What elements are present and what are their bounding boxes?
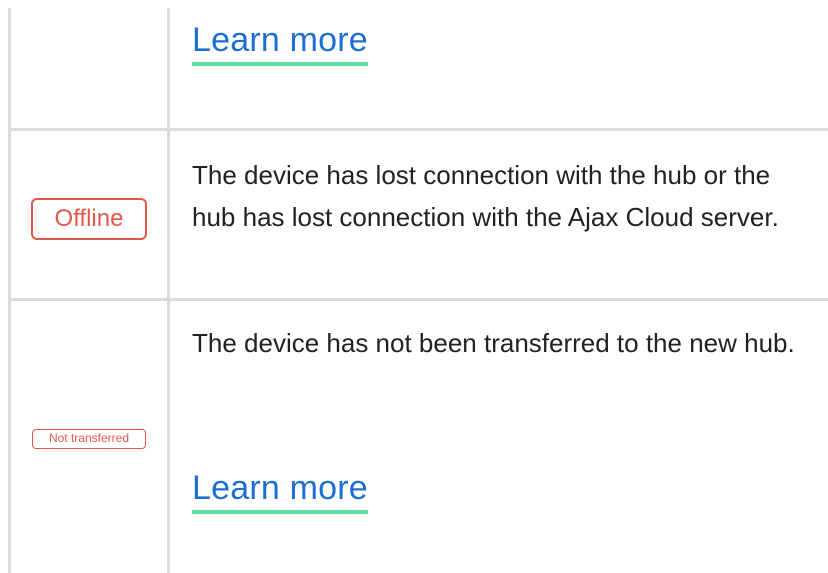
table-row-divider — [8, 128, 828, 131]
table-row-divider — [8, 298, 828, 301]
status-description-not-transferred: The device has not been transferred to t… — [192, 328, 795, 358]
status-badge-offline: Offline — [31, 198, 147, 240]
table-column-divider — [167, 8, 170, 573]
learn-more-link[interactable]: Learn more — [192, 20, 368, 66]
status-description-offline: The device has lost connection with the … — [192, 160, 779, 232]
status-badge-not-transferred: Not transferred — [32, 429, 146, 449]
table-left-border — [8, 8, 11, 573]
learn-more-link[interactable]: Learn more — [192, 468, 368, 514]
